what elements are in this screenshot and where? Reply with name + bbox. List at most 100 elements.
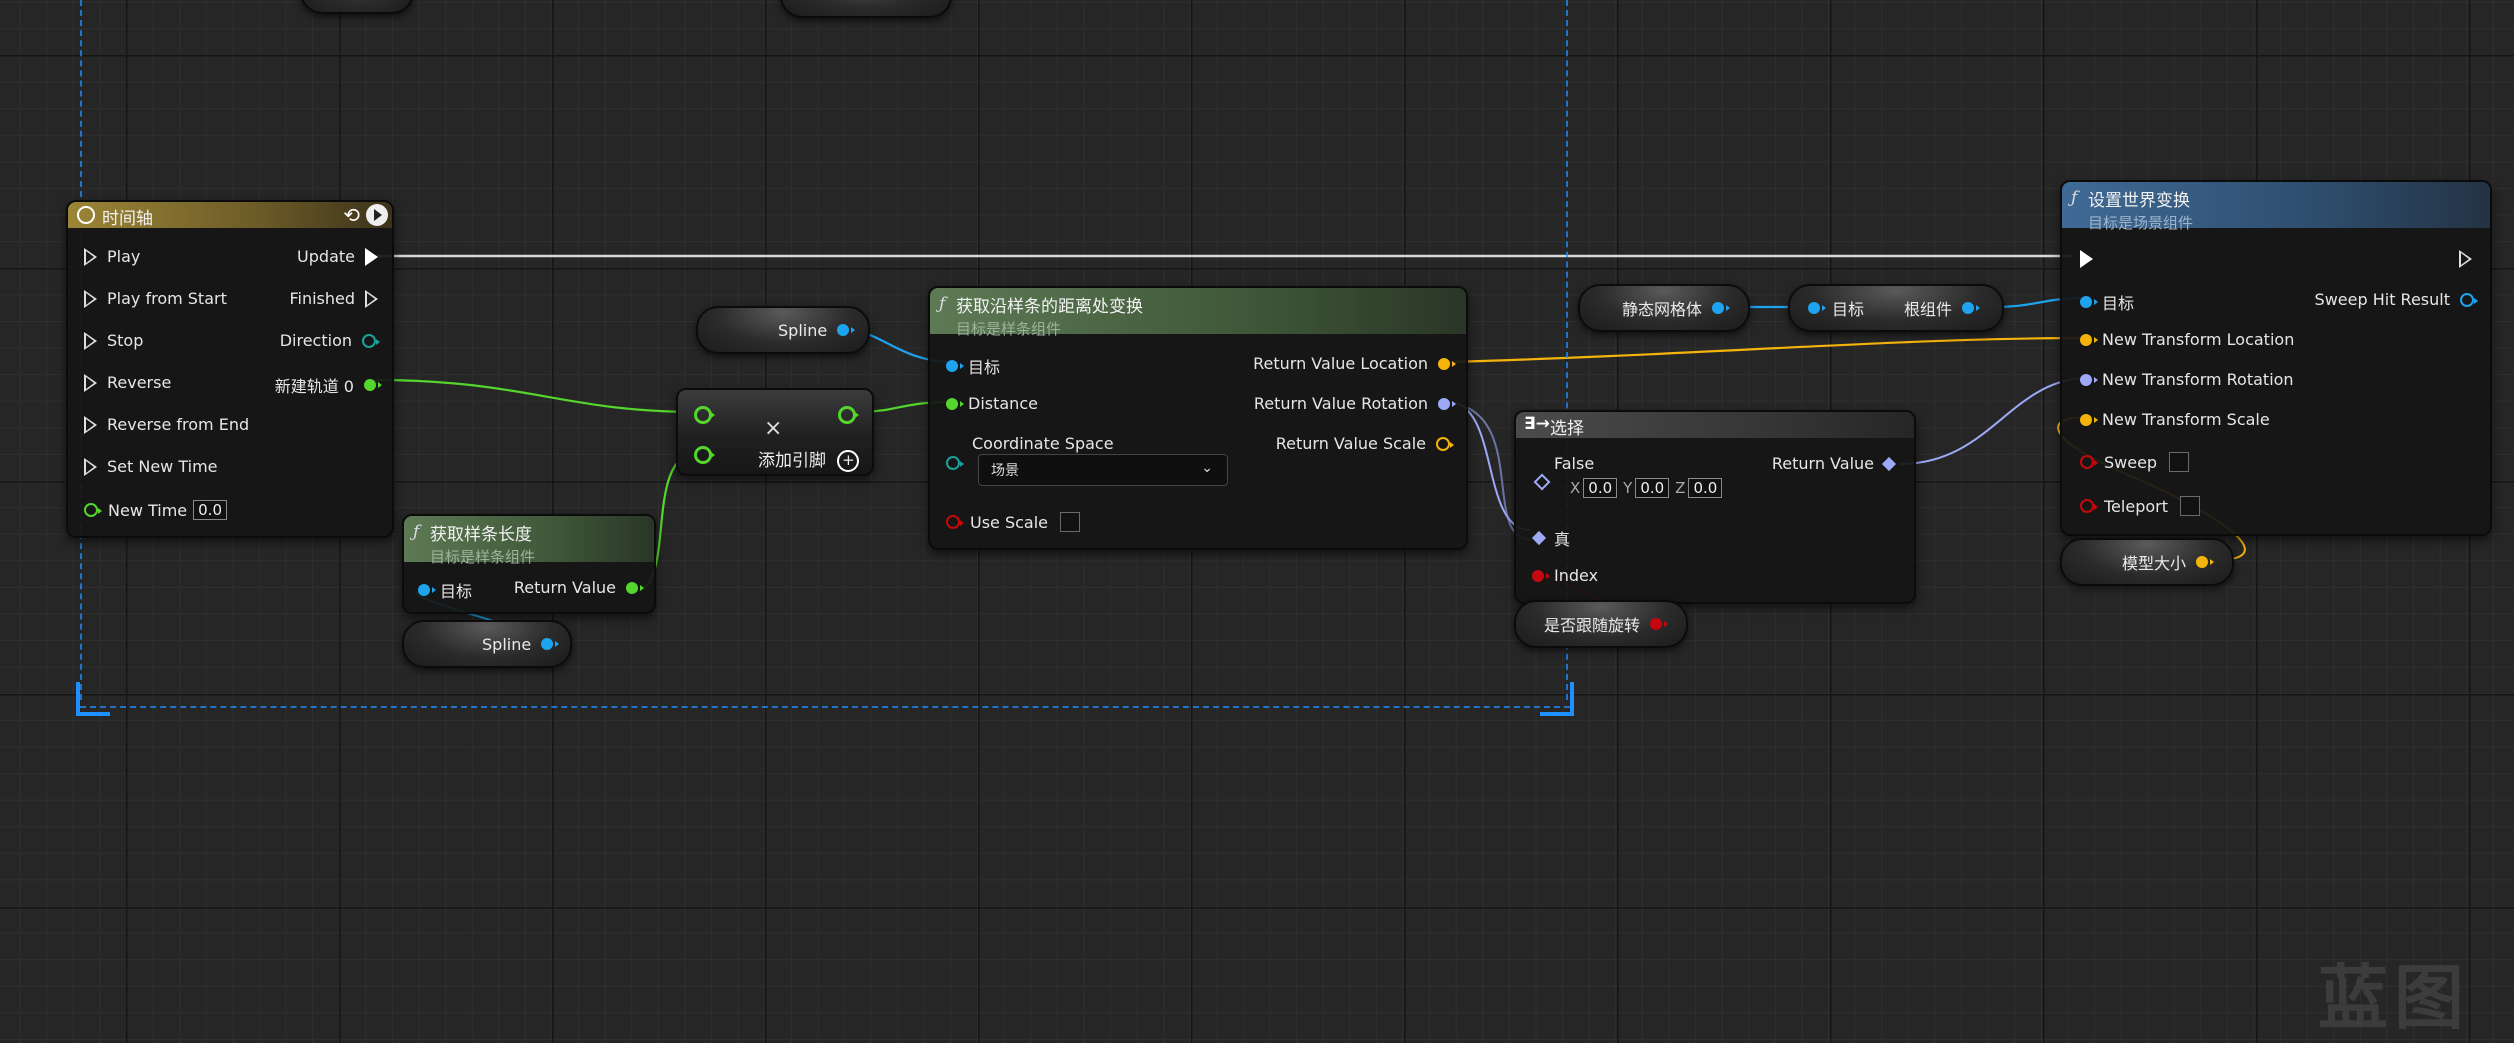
object-pin-icon[interactable]	[946, 360, 964, 372]
spline-length-target-pin[interactable]: 目标	[418, 578, 472, 602]
finished-pin[interactable]: Finished	[289, 289, 378, 308]
exec-pin-icon[interactable]	[84, 289, 97, 308]
bool-pin-icon[interactable]	[1650, 618, 1669, 630]
exec-pin-icon[interactable]	[84, 457, 97, 476]
float-pin-icon[interactable]	[946, 397, 964, 410]
object-pin-icon[interactable]	[837, 324, 856, 336]
plus-circle-icon[interactable]: +	[837, 450, 860, 472]
select-header[interactable]: ∃→ 选择	[1516, 412, 1914, 439]
play-icon[interactable]	[366, 204, 388, 226]
use-scale-pin[interactable]: Use Scale	[946, 512, 1081, 532]
get-spline-length-header[interactable]: ƒ 获取样条长度 目标是样条组件	[404, 516, 654, 566]
float-pin-icon[interactable]	[626, 581, 644, 594]
get-transform-header[interactable]: ƒ 获取沿样条的距离处变换 目标是样条组件	[930, 288, 1466, 338]
object-pin-icon[interactable]	[418, 584, 436, 596]
comment-corner-bottom-left[interactable]	[76, 682, 110, 716]
object-pin-icon[interactable]	[2080, 296, 2098, 308]
add-node[interactable]: × 添加引脚 +	[676, 388, 874, 476]
bool-pin-icon[interactable]	[946, 515, 964, 529]
new-location-pin[interactable]: New Transform Location	[2080, 330, 2294, 349]
vector-pin-icon[interactable]	[2196, 556, 2215, 568]
exec-pin-icon[interactable]	[84, 331, 97, 350]
model-size-variable-node[interactable]: 模型大小	[2060, 538, 2234, 586]
select-index-pin[interactable]: Index	[1532, 566, 1598, 585]
object-pin-icon[interactable]	[1962, 302, 1981, 314]
object-pin-icon[interactable]	[1712, 302, 1731, 314]
rotator-wildcard-pin-icon[interactable]	[1533, 473, 1551, 491]
new-time-input[interactable]: 0.0	[193, 500, 227, 520]
return-rotation-pin[interactable]: Return Value Rotation	[1254, 394, 1456, 413]
spline-variable-node-bottom[interactable]: Spline	[402, 620, 572, 668]
get-transform-at-distance-node[interactable]: ƒ 获取沿样条的距离处变换 目标是样条组件 目标 Distance Coordi…	[928, 286, 1468, 550]
vector-pin-icon[interactable]	[2080, 333, 2098, 346]
vector-pin-icon[interactable]	[1436, 436, 1454, 451]
exec-pin-icon[interactable]	[84, 373, 97, 392]
vector-z-input[interactable]: 0.0	[1688, 478, 1723, 498]
exec-pin-icon[interactable]	[365, 247, 378, 266]
play-from-start-pin[interactable]: Play from Start	[84, 289, 227, 308]
offscreen-variable-node-top-mid[interactable]	[780, 0, 952, 18]
loop-icon[interactable]: ⟲	[343, 203, 360, 227]
exec-in-pin[interactable]	[2080, 250, 2093, 268]
enum-pin-icon[interactable]	[362, 333, 380, 348]
teleport-checkbox[interactable]	[2179, 496, 2200, 516]
sweep-checkbox[interactable]	[2169, 452, 2190, 472]
set-new-time-pin[interactable]: Set New Time	[84, 457, 218, 476]
static-mesh-variable-node[interactable]: 静态网格体	[1578, 284, 1750, 332]
direction-pin[interactable]: Direction	[280, 331, 380, 350]
get-spline-length-node[interactable]: ƒ 获取样条长度 目标是样条组件 目标 Return Value	[402, 514, 656, 614]
return-location-pin[interactable]: Return Value Location	[1253, 354, 1456, 373]
select-true-pin[interactable]: 真	[1531, 526, 1570, 550]
new-scale-pin[interactable]: New Transform Scale	[2080, 410, 2270, 429]
object-pin-icon[interactable]	[541, 638, 560, 650]
new-track-pin[interactable]: 新建轨道 0	[275, 373, 382, 397]
add-input-a-pin[interactable]	[694, 406, 715, 424]
root-component-node[interactable]: 目标 根组件	[1788, 284, 2004, 332]
object-pin-icon[interactable]	[1808, 302, 1826, 314]
reverse-pin[interactable]: Reverse	[84, 373, 171, 392]
coordinate-space-pin[interactable]	[946, 456, 964, 470]
rotator-pin-icon[interactable]	[2080, 373, 2098, 386]
float-pin-icon[interactable]	[84, 503, 102, 517]
add-output-pin[interactable]	[838, 406, 859, 424]
float-pin-icon[interactable]	[364, 379, 382, 391]
vector-x-input[interactable]: 0.0	[1583, 478, 1618, 498]
return-scale-pin[interactable]: Return Value Scale	[1276, 434, 1454, 453]
rotator-pin-icon[interactable]	[1438, 397, 1456, 410]
use-scale-checkbox[interactable]	[1060, 512, 1081, 532]
vector-pin-icon[interactable]	[1438, 357, 1456, 370]
reverse-from-end-pin[interactable]: Reverse from End	[84, 415, 249, 434]
swt-target-pin[interactable]: 目标	[2080, 290, 2134, 314]
bool-pin-icon[interactable]	[1532, 569, 1550, 582]
sweep-pin[interactable]: Sweep	[2080, 452, 2190, 472]
offscreen-variable-node-top-left[interactable]	[300, 0, 414, 14]
set-world-transform-node[interactable]: ƒ 设置世界变换 目标是场景组件 目标 New Transform Locati…	[2060, 180, 2492, 536]
stop-pin[interactable]: Stop	[84, 331, 143, 350]
rotator-wildcard-pin-icon[interactable]	[1531, 530, 1547, 546]
exec-pin-icon[interactable]	[365, 289, 378, 308]
coordinate-space-dropdown[interactable]: 场景 ⌄	[978, 454, 1228, 486]
new-time-pin[interactable]: New Time 0.0	[84, 500, 227, 520]
set-world-transform-header[interactable]: ƒ 设置世界变换 目标是场景组件	[2062, 182, 2490, 232]
follow-rotation-variable-node[interactable]: 是否跟随旋转	[1514, 600, 1688, 648]
vector-y-input[interactable]: 0.0	[1635, 478, 1670, 498]
transform-target-pin[interactable]: 目标	[946, 354, 1000, 378]
sweep-hit-result-pin[interactable]: Sweep Hit Result	[2315, 290, 2478, 309]
play-pin[interactable]: Play	[84, 247, 140, 266]
rotator-wildcard-pin-icon[interactable]	[1881, 456, 1897, 471]
add-input-b-pin[interactable]	[694, 446, 715, 464]
teleport-pin[interactable]: Teleport	[2080, 496, 2200, 516]
exec-pin-icon[interactable]	[84, 415, 97, 434]
struct-pin-icon[interactable]	[2460, 292, 2478, 307]
add-pin-button[interactable]: 添加引脚 +	[758, 446, 860, 472]
exec-out-pin[interactable]	[2459, 250, 2472, 268]
select-node[interactable]: ∃→ 选择 False X 0.0 Y 0.0 Z 0.0 真 Index Re…	[1514, 410, 1916, 604]
spline-length-return-pin[interactable]: Return Value	[514, 578, 644, 597]
spline-variable-node[interactable]: Spline	[696, 306, 870, 354]
exec-pin-icon[interactable]	[84, 247, 97, 266]
new-rotation-pin[interactable]: New Transform Rotation	[2080, 370, 2294, 389]
vector-pin-icon[interactable]	[2080, 413, 2098, 426]
timeline-node[interactable]: 时间轴 ⟲ Play Play from Start Stop Reverse …	[66, 200, 394, 538]
comment-corner-bottom-right[interactable]	[1540, 682, 1574, 716]
bool-pin-icon[interactable]	[2080, 455, 2098, 469]
